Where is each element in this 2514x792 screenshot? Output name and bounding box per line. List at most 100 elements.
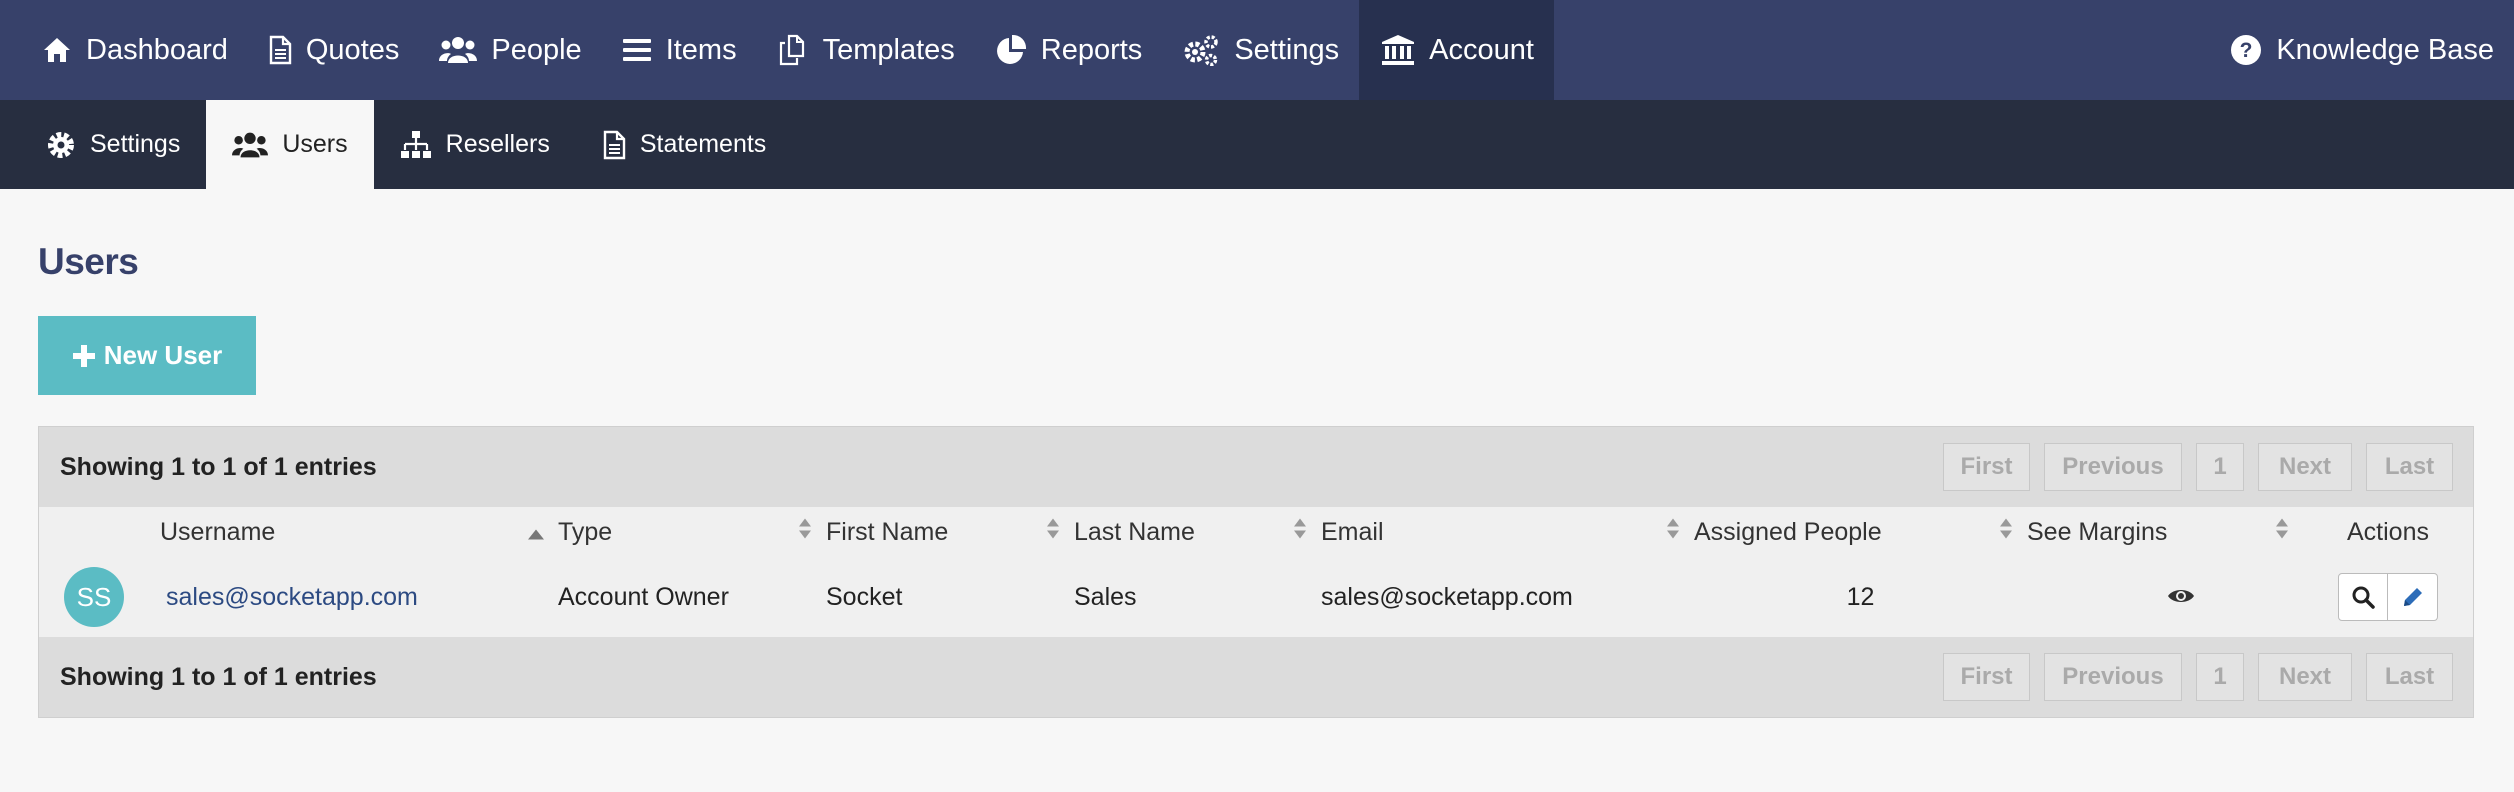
subnav-item-resellers[interactable]: Resellers	[374, 100, 576, 189]
column-header-type[interactable]: Type	[558, 507, 826, 557]
sitemap-icon	[400, 130, 432, 160]
table-row: SS sales@socketapp.com Account Owner Soc…	[39, 557, 2473, 637]
row-actions	[2303, 573, 2473, 621]
users-icon	[232, 130, 269, 160]
nav-item-reports[interactable]: Reports	[975, 0, 1163, 100]
last-name-cell: Sales	[1074, 557, 1321, 637]
column-header-label: Last Name	[1074, 517, 1195, 546]
avatar: SS	[64, 567, 124, 627]
sort-icon	[1666, 518, 1680, 547]
knowledge-base-label: Knowledge Base	[2276, 33, 2494, 66]
copy-icon	[777, 34, 809, 66]
eye-icon	[2167, 587, 2195, 605]
pagination-last-button[interactable]: Last	[2366, 443, 2453, 491]
nav-item-dashboard[interactable]: Dashboard	[0, 0, 248, 100]
nav-item-quotes[interactable]: Quotes	[248, 0, 420, 100]
table-info-bar-bottom: Showing 1 to 1 of 1 entries First Previo…	[39, 637, 2473, 717]
pagination-bottom: First Previous 1 Next Last	[1943, 653, 2453, 701]
column-header-label: Actions	[2347, 517, 2429, 546]
column-header-first-name[interactable]: First Name	[826, 507, 1074, 557]
column-header-label: Email	[1321, 517, 1384, 546]
knowledge-base-link[interactable]: ? Knowledge Base	[2188, 0, 2514, 100]
sort-icon	[2275, 518, 2289, 547]
nav-item-label: Settings	[1234, 33, 1340, 66]
column-header-actions: Actions	[2303, 507, 2473, 557]
sort-icon	[1999, 518, 2013, 547]
nav-item-label: Quotes	[305, 33, 400, 66]
top-nav-items: Dashboard Quotes People Items Templates	[0, 0, 1554, 100]
pagination-page-button[interactable]: 1	[2196, 653, 2244, 701]
see-margins-cell	[2027, 557, 2303, 637]
type-cell: Account Owner	[558, 557, 826, 637]
question-circle-icon: ?	[2230, 34, 2262, 66]
actions-cell	[2303, 557, 2473, 637]
column-header-label: First Name	[826, 517, 949, 546]
first-name-cell: Socket	[826, 557, 1074, 637]
column-header-label: Username	[160, 517, 276, 546]
top-navigation: Dashboard Quotes People Items Templates	[0, 0, 2514, 100]
edit-user-button[interactable]	[2388, 573, 2438, 621]
nav-item-label: Items	[665, 33, 737, 66]
subnav-item-settings[interactable]: Settings	[0, 100, 206, 189]
username-link[interactable]: sales@socketapp.com	[160, 583, 418, 611]
bank-icon	[1381, 34, 1415, 66]
table-header-row: Username Type First Name Last Name Email…	[39, 507, 2473, 557]
column-header-username[interactable]: Username	[160, 507, 558, 557]
nav-item-label: Dashboard	[86, 33, 228, 66]
pagination-next-button[interactable]: Next	[2258, 443, 2352, 491]
sort-icon	[1293, 518, 1307, 547]
email-cell: sales@socketapp.com	[1321, 557, 1694, 637]
nav-item-items[interactable]: Items	[602, 0, 757, 100]
pagination-previous-button[interactable]: Previous	[2044, 443, 2182, 491]
column-header-last-name[interactable]: Last Name	[1074, 507, 1321, 557]
new-user-button[interactable]: New User	[38, 316, 256, 395]
subnav-item-statements[interactable]: Statements	[576, 100, 792, 189]
nav-item-account[interactable]: Account	[1359, 0, 1554, 100]
nav-item-people[interactable]: People	[419, 0, 601, 100]
pagination-previous-button[interactable]: Previous	[2044, 653, 2182, 701]
sort-icon	[1046, 518, 1060, 547]
entries-info: Showing 1 to 1 of 1 entries	[60, 662, 377, 691]
pencil-icon	[2401, 585, 2425, 609]
column-header-see-margins[interactable]: See Margins	[2027, 507, 2303, 557]
column-header-label: Type	[558, 517, 613, 546]
view-user-button[interactable]	[2338, 573, 2388, 621]
pagination-next-button[interactable]: Next	[2258, 653, 2352, 701]
svg-text:?: ?	[2240, 39, 2253, 62]
subnav-item-label: Users	[282, 130, 348, 158]
sub-navigation: Settings Users Resellers Statements	[0, 100, 2514, 189]
nav-item-label: People	[491, 33, 582, 66]
pie-chart-icon	[995, 34, 1027, 66]
column-header-assigned-people[interactable]: Assigned People	[1694, 507, 2027, 557]
new-user-label: New User	[103, 340, 223, 370]
column-header-email[interactable]: Email	[1321, 507, 1694, 557]
nav-item-label: Account	[1429, 33, 1534, 66]
users-table: Username Type First Name Last Name Email…	[39, 507, 2473, 637]
search-icon	[2351, 585, 2375, 609]
nav-item-settings[interactable]: Settings	[1162, 0, 1359, 100]
subnav-item-users[interactable]: Users	[206, 100, 374, 189]
subnav-item-label: Resellers	[445, 130, 550, 158]
avatar-cell: SS	[39, 557, 160, 637]
document-icon	[268, 35, 292, 65]
people-icon	[439, 35, 478, 65]
pagination-top: First Previous 1 Next Last	[1943, 443, 2453, 491]
column-header-label: Assigned People	[1694, 517, 1882, 546]
entries-info: Showing 1 to 1 of 1 entries	[60, 452, 377, 481]
subnav-item-label: Settings	[90, 130, 181, 158]
plus-icon	[72, 344, 96, 368]
nav-item-label: Reports	[1040, 33, 1143, 66]
pagination-page-button[interactable]: 1	[2196, 443, 2244, 491]
username-cell: sales@socketapp.com	[160, 557, 558, 637]
pagination-first-button[interactable]: First	[1943, 653, 2030, 701]
users-table-panel: Showing 1 to 1 of 1 entries First Previo…	[38, 426, 2474, 718]
assigned-people-cell: 12	[1694, 557, 2027, 637]
pagination-last-button[interactable]: Last	[2366, 653, 2453, 701]
gear-icon	[46, 130, 76, 160]
pagination-first-button[interactable]: First	[1943, 443, 2030, 491]
column-header-label: See Margins	[2027, 517, 2168, 546]
document-icon	[602, 130, 626, 160]
nav-item-templates[interactable]: Templates	[757, 0, 975, 100]
home-icon	[42, 36, 72, 64]
top-nav-right: ? Knowledge Base	[2188, 0, 2514, 100]
